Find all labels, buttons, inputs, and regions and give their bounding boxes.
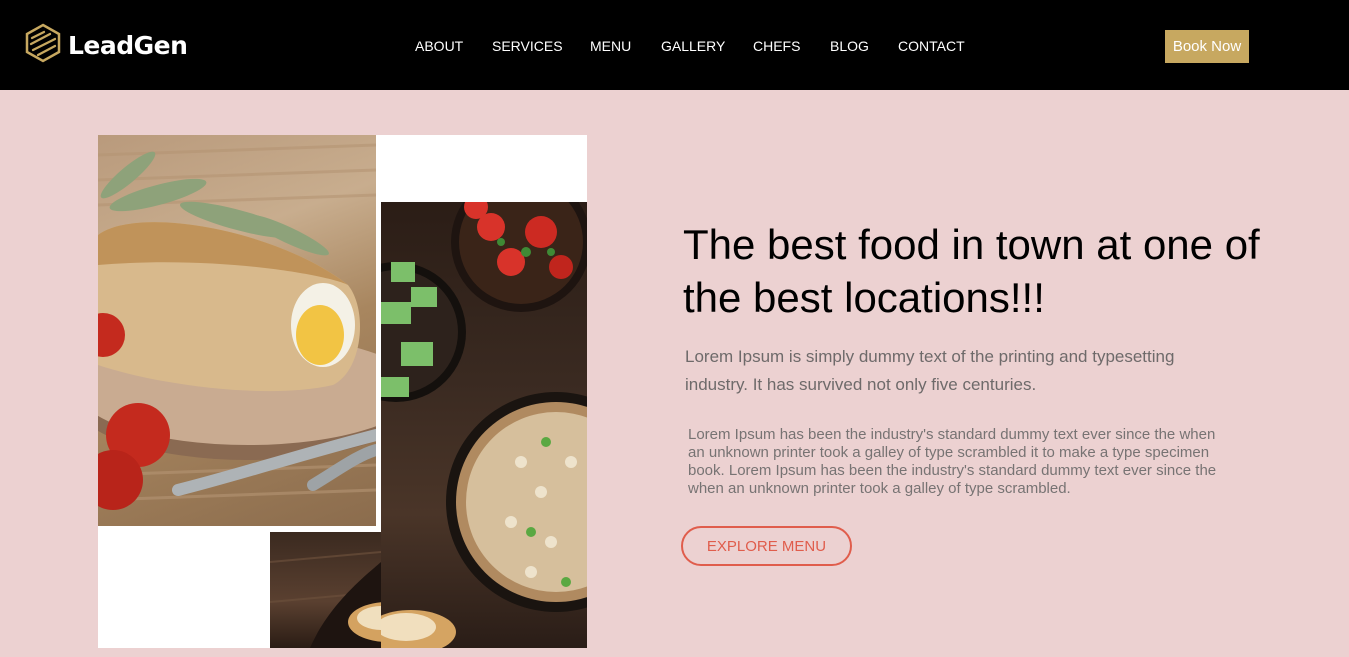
book-now-button[interactable]: Book Now bbox=[1165, 30, 1249, 63]
food-image-collage bbox=[98, 135, 587, 648]
explore-menu-button[interactable]: EXPLORE MENU bbox=[681, 526, 852, 566]
nav-item-blog[interactable]: BLOG bbox=[830, 38, 869, 54]
nav-item-menu[interactable]: MENU bbox=[590, 38, 631, 54]
table-corner-photo bbox=[270, 532, 381, 648]
stuffed-bread-photo bbox=[98, 135, 376, 526]
salad-and-rice-photo bbox=[381, 202, 587, 648]
nav-item-services[interactable]: SERVICES bbox=[492, 38, 563, 54]
nav-item-about[interactable]: ABOUT bbox=[415, 38, 463, 54]
hero-headline: The best food in town at one of the best… bbox=[683, 221, 1260, 321]
nav-item-contact[interactable]: CONTACT bbox=[898, 38, 965, 54]
nav-item-gallery[interactable]: GALLERY bbox=[661, 38, 725, 54]
main-nav: ABOUT SERVICES MENU GALLERY CHEFS BLOG C… bbox=[0, 38, 1349, 56]
hero-body-text: Lorem Ipsum has been the industry's stan… bbox=[688, 426, 1217, 497]
site-header: LeadGen ABOUT SERVICES MENU GALLERY CHEF… bbox=[0, 0, 1349, 90]
nav-item-chefs[interactable]: CHEFS bbox=[753, 38, 800, 54]
hero-lead-text: Lorem Ipsum is simply dummy text of the … bbox=[685, 347, 1175, 394]
